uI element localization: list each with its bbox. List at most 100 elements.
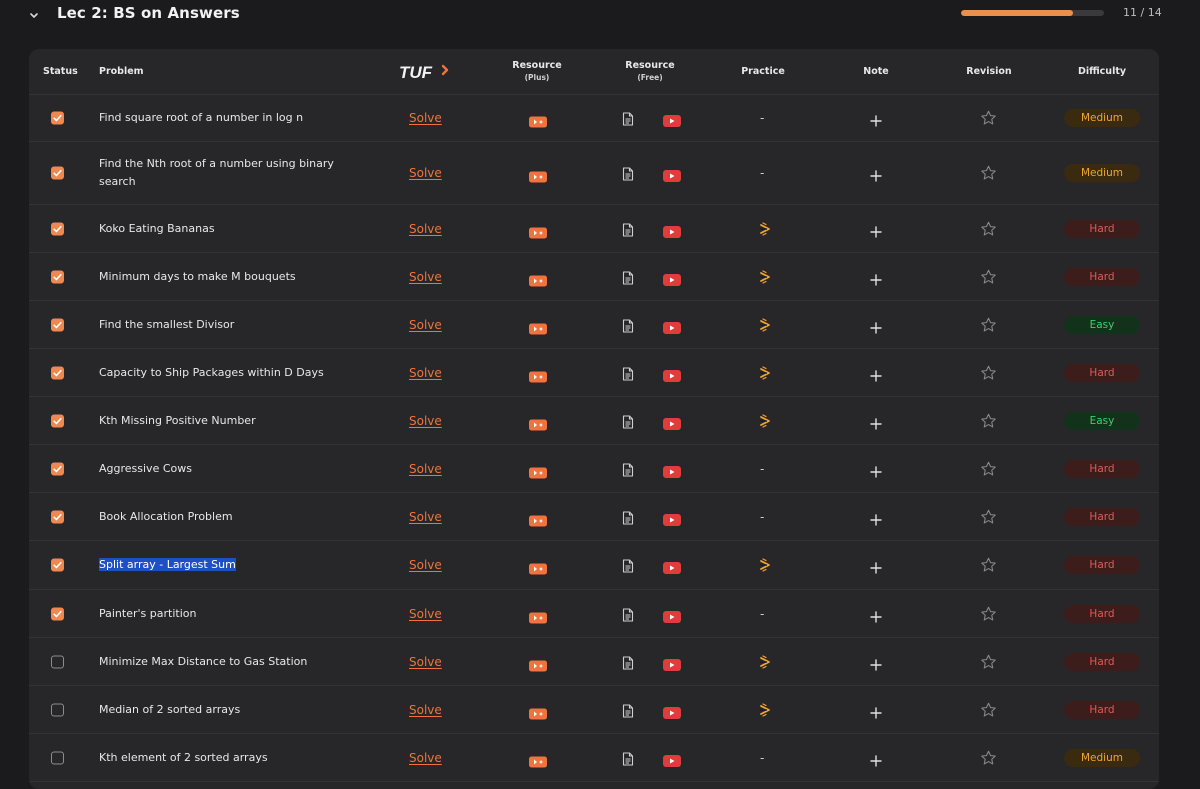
codingninjas-icon[interactable] <box>759 317 771 333</box>
solve-link[interactable]: Solve <box>409 655 442 669</box>
youtube-icon[interactable] <box>663 112 681 127</box>
article-icon[interactable] <box>622 751 634 766</box>
add-note-icon[interactable] <box>870 167 882 182</box>
section-header[interactable]: Lec 2: BS on Answers 11 / 14 <box>0 0 1200 50</box>
article-icon[interactable] <box>622 655 634 670</box>
solve-link[interactable]: Solve <box>409 703 442 717</box>
star-icon[interactable] <box>980 165 997 182</box>
youtube-icon[interactable] <box>663 223 681 238</box>
status-checkbox[interactable] <box>51 462 64 475</box>
video-plus-icon[interactable] <box>529 511 547 526</box>
status-checkbox[interactable] <box>51 166 64 180</box>
solve-link[interactable]: Solve <box>409 462 442 476</box>
status-checkbox[interactable] <box>51 111 64 125</box>
solve-link[interactable]: Solve <box>409 414 442 428</box>
solve-link[interactable]: Solve <box>409 111 442 125</box>
youtube-icon[interactable] <box>663 559 681 574</box>
add-note-icon[interactable] <box>870 319 882 334</box>
article-icon[interactable] <box>622 222 634 237</box>
star-icon[interactable] <box>980 316 997 333</box>
codingninjas-icon[interactable] <box>759 413 771 429</box>
add-note-icon[interactable] <box>870 656 882 671</box>
codingninjas-icon[interactable] <box>759 702 771 718</box>
add-note-icon[interactable] <box>870 511 882 526</box>
status-checkbox[interactable] <box>51 558 64 572</box>
solve-link[interactable]: Solve <box>409 166 442 180</box>
star-icon[interactable] <box>980 508 997 525</box>
video-plus-icon[interactable] <box>529 463 547 478</box>
add-note-icon[interactable] <box>870 608 882 623</box>
video-plus-icon[interactable] <box>529 223 547 238</box>
star-icon[interactable] <box>980 557 997 574</box>
youtube-icon[interactable] <box>663 704 681 719</box>
codingninjas-icon[interactable] <box>759 557 771 573</box>
article-icon[interactable] <box>622 366 634 381</box>
youtube-icon[interactable] <box>663 463 681 478</box>
article-icon[interactable] <box>622 510 634 525</box>
status-checkbox[interactable] <box>51 270 64 283</box>
youtube-icon[interactable] <box>663 319 681 334</box>
status-checkbox[interactable] <box>51 318 64 331</box>
youtube-icon[interactable] <box>663 752 681 767</box>
star-icon[interactable] <box>980 110 997 127</box>
status-checkbox[interactable] <box>51 607 64 620</box>
solve-link[interactable]: Solve <box>409 510 442 524</box>
article-icon[interactable] <box>622 111 634 126</box>
star-icon[interactable] <box>980 268 997 285</box>
star-icon[interactable] <box>980 412 997 429</box>
video-plus-icon[interactable] <box>529 656 547 671</box>
video-plus-icon[interactable] <box>529 367 547 382</box>
article-icon[interactable] <box>622 703 634 718</box>
video-plus-icon[interactable] <box>529 113 547 128</box>
chevron-down-icon[interactable] <box>27 8 41 22</box>
youtube-icon[interactable] <box>663 415 681 430</box>
status-checkbox[interactable] <box>51 510 64 523</box>
video-plus-icon[interactable] <box>529 704 547 719</box>
solve-link[interactable]: Solve <box>409 607 442 621</box>
add-note-icon[interactable] <box>870 415 882 430</box>
youtube-icon[interactable] <box>663 167 681 182</box>
video-plus-icon[interactable] <box>529 608 547 623</box>
add-note-icon[interactable] <box>870 559 882 574</box>
video-plus-icon[interactable] <box>529 415 547 430</box>
article-icon[interactable] <box>622 318 634 333</box>
star-icon[interactable] <box>980 749 997 766</box>
youtube-icon[interactable] <box>663 271 681 286</box>
add-note-icon[interactable] <box>870 112 882 127</box>
article-icon[interactable] <box>622 166 634 181</box>
video-plus-icon[interactable] <box>529 271 547 286</box>
solve-link[interactable]: Solve <box>409 751 442 765</box>
status-checkbox[interactable] <box>51 414 64 427</box>
solve-link[interactable]: Solve <box>409 318 442 332</box>
solve-link[interactable]: Solve <box>409 222 442 236</box>
article-icon[interactable] <box>622 462 634 477</box>
article-icon[interactable] <box>622 607 634 622</box>
status-checkbox[interactable] <box>51 655 64 668</box>
youtube-icon[interactable] <box>663 511 681 526</box>
star-icon[interactable] <box>980 364 997 381</box>
solve-link[interactable]: Solve <box>409 366 442 380</box>
status-checkbox[interactable] <box>51 703 64 716</box>
status-checkbox[interactable] <box>51 222 64 235</box>
add-note-icon[interactable] <box>870 223 882 238</box>
star-icon[interactable] <box>980 653 997 670</box>
star-icon[interactable] <box>980 605 997 622</box>
star-icon[interactable] <box>980 460 997 477</box>
add-note-icon[interactable] <box>870 752 882 767</box>
video-plus-icon[interactable] <box>529 560 547 575</box>
video-plus-icon[interactable] <box>529 752 547 767</box>
article-icon[interactable] <box>622 270 634 285</box>
codingninjas-icon[interactable] <box>759 221 771 237</box>
add-note-icon[interactable] <box>870 367 882 382</box>
add-note-icon[interactable] <box>870 463 882 478</box>
add-note-icon[interactable] <box>870 271 882 286</box>
youtube-icon[interactable] <box>663 608 681 623</box>
solve-link[interactable]: Solve <box>409 270 442 284</box>
status-checkbox[interactable] <box>51 751 64 764</box>
codingninjas-icon[interactable] <box>759 269 771 285</box>
video-plus-icon[interactable] <box>529 319 547 334</box>
codingninjas-icon[interactable] <box>759 365 771 381</box>
youtube-icon[interactable] <box>663 656 681 671</box>
star-icon[interactable] <box>980 220 997 237</box>
youtube-icon[interactable] <box>663 367 681 382</box>
